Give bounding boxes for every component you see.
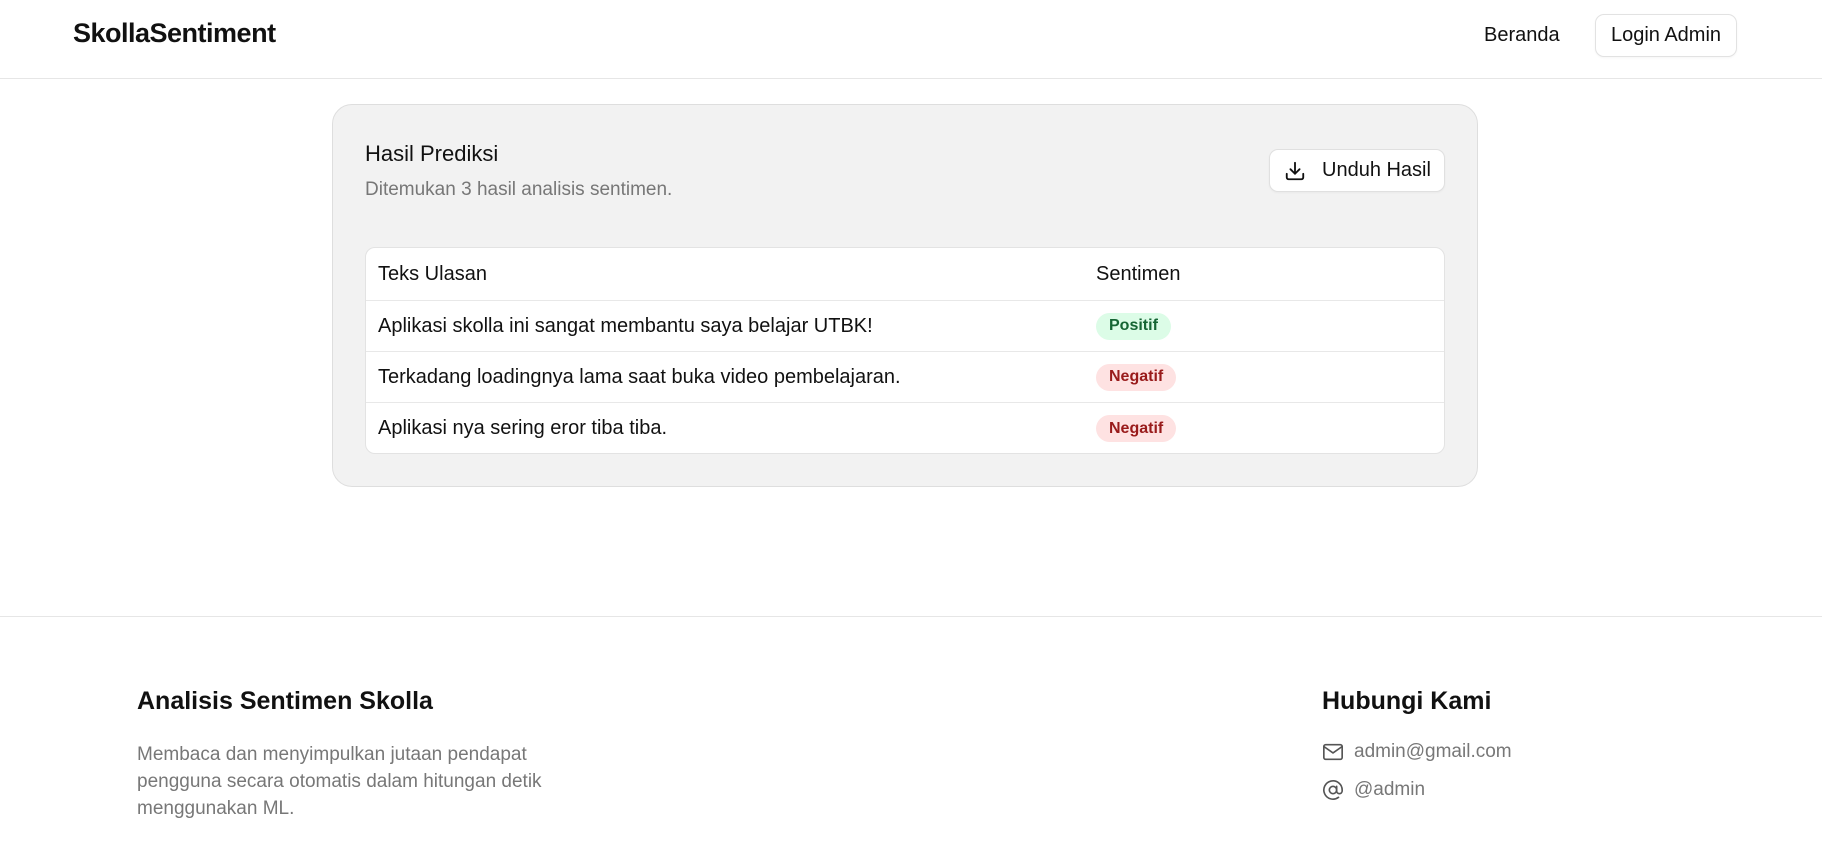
- review-text: Terkadang loadingnya lama saat buka vide…: [378, 365, 901, 388]
- top-navbar: SkollaSentiment Beranda Login Admin: [0, 0, 1822, 79]
- results-title: Hasil Prediksi: [365, 141, 499, 166]
- contact-handle-text: @admin: [1354, 779, 1426, 800]
- results-card: Hasil Prediksi Ditemukan 3 hasil analisi…: [332, 104, 1478, 487]
- download-icon: [1284, 160, 1306, 182]
- table-row: Terkadang loadingnya lama saat buka vide…: [366, 352, 1444, 403]
- column-header-review: Teks Ulasan: [378, 262, 487, 285]
- at-sign-icon: [1322, 779, 1344, 801]
- footer-description: Membaca dan menyimpulkan jutaan pendapat…: [137, 744, 542, 819]
- sentiment-badge-negative: Negatif: [1096, 363, 1177, 391]
- results-table: Teks Ulasan Sentimen Aplikasi skolla ini…: [365, 247, 1445, 454]
- site-footer: Analisis Sentimen Skolla Membaca dan men…: [0, 616, 1822, 856]
- download-results-button[interactable]: Unduh Hasil: [1269, 149, 1445, 192]
- results-subtitle: Ditemukan 3 hasil analisis sentimen.: [365, 179, 673, 200]
- sentiment-badge-positive: Positif: [1096, 312, 1171, 340]
- review-text: Aplikasi nya sering eror tiba tiba.: [378, 417, 668, 439]
- mail-icon: [1322, 741, 1344, 763]
- contact-email-text: admin@gmail.com: [1354, 741, 1512, 762]
- contact-email[interactable]: admin@gmail.com: [1322, 741, 1512, 763]
- footer-title: Analisis Sentimen Skolla: [137, 687, 433, 715]
- download-label: Unduh Hasil: [1322, 159, 1431, 181]
- nav-link-beranda[interactable]: Beranda: [1484, 24, 1560, 47]
- review-text: Aplikasi skolla ini sangat membantu saya…: [378, 314, 873, 337]
- table-row: Aplikasi nya sering eror tiba tiba. Nega…: [366, 403, 1444, 453]
- table-row: Aplikasi skolla ini sangat membantu saya…: [366, 301, 1444, 352]
- column-header-sentiment: Sentimen: [1096, 262, 1181, 285]
- contact-handle[interactable]: @admin: [1322, 779, 1425, 801]
- table-header-row: Teks Ulasan Sentimen: [366, 248, 1444, 301]
- sentiment-badge-negative: Negatif: [1096, 415, 1177, 442]
- contact-title: Hubungi Kami: [1322, 687, 1492, 715]
- login-admin-button[interactable]: Login Admin: [1595, 14, 1737, 57]
- brand-logo[interactable]: SkollaSentiment: [73, 18, 276, 49]
